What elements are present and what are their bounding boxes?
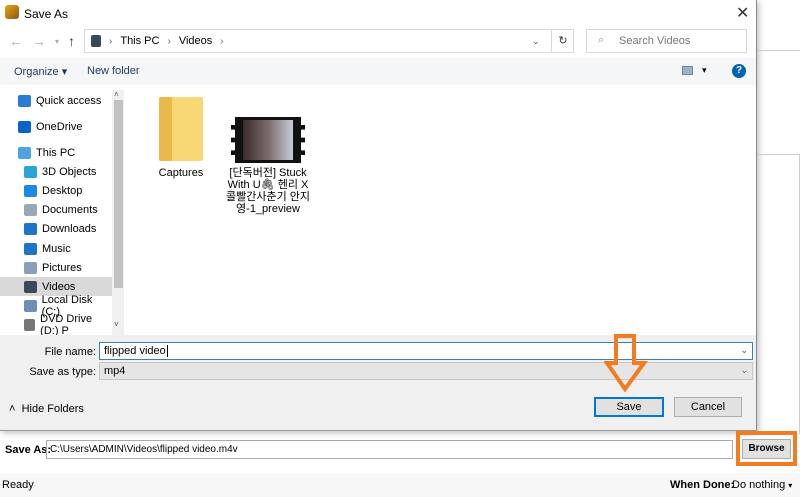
file-name-label: File name: — [44, 346, 96, 358]
view-icon[interactable] — [682, 66, 693, 75]
file-name-input[interactable]: flipped video ⌄ — [99, 342, 753, 360]
download-icon — [24, 222, 37, 235]
desktop-icon — [24, 184, 37, 197]
computer-icon — [18, 146, 31, 159]
sidebar-item-pictures[interactable]: Pictures — [0, 258, 112, 277]
organize-button[interactable]: Organize ▾ — [14, 65, 67, 78]
forward-icon[interactable]: → — [32, 33, 46, 49]
chevron-up-icon: ˄ — [9, 403, 16, 415]
status-text: Ready — [2, 479, 34, 491]
sidebar-item-documents[interactable]: Documents — [0, 200, 112, 219]
sidebar-item-this-pc[interactable]: This PC — [0, 143, 112, 162]
dialog-title: Save As — [24, 7, 69, 21]
scroll-up-icon[interactable]: ˄ — [114, 90, 119, 99]
sidebar-item-desktop[interactable]: Desktop — [0, 181, 112, 200]
breadcrumb-videos[interactable]: Videos — [179, 35, 212, 47]
save-as-label: Save As: — [5, 444, 52, 456]
video-icon — [91, 35, 101, 47]
cancel-button[interactable]: Cancel — [674, 397, 742, 417]
file-item-video[interactable]: [단독버전] Stuck With U🖇 헨리 X 콜빨간사춘기 안지영-1_p… — [226, 117, 310, 215]
save-as-type-label: Save as type: — [29, 366, 96, 378]
save-button[interactable]: Save — [594, 397, 664, 417]
browse-button[interactable]: Browse — [742, 439, 791, 459]
sidebar-item-downloads[interactable]: Downloads — [0, 219, 112, 238]
sidebar-item-dvd-drive-d-p[interactable]: DVD Drive (D:) P — [0, 313, 112, 337]
sidebar-item-quick-access[interactable]: Quick access — [0, 91, 112, 110]
chevron-down-icon: ⌄ — [740, 365, 748, 375]
disk-icon — [24, 299, 37, 312]
when-done-select[interactable]: Do nothing ▾ — [732, 479, 792, 491]
save-as-type-select[interactable]: mp4 ⌄ — [99, 362, 753, 380]
sidebar-item-onedrive[interactable]: OneDrive — [0, 117, 112, 136]
view-dropdown-icon[interactable]: ▾ — [702, 65, 707, 76]
close-icon[interactable]: ✕ — [736, 3, 749, 23]
refresh-icon[interactable]: ↻ — [551, 30, 574, 52]
star-icon — [18, 94, 31, 107]
save-as-path-input[interactable]: C:\Users\ADMIN\Videos\flipped video.m4v — [46, 440, 733, 459]
cube-icon — [24, 165, 37, 178]
address-dropdown-icon[interactable]: ⌄ — [532, 36, 540, 47]
address-bar[interactable]: › This PC › Videos › ⌄ ↻ — [84, 29, 574, 53]
cloud-icon — [18, 120, 31, 133]
when-done-label: When Done: — [670, 479, 735, 491]
scrollbar-thumb[interactable] — [114, 100, 123, 288]
video-thumbnail-icon — [231, 117, 305, 163]
app-icon — [5, 5, 19, 19]
chevron-down-icon: ▾ — [788, 481, 793, 490]
scroll-down-icon[interactable]: ˅ — [114, 320, 119, 329]
video-icon — [24, 280, 37, 293]
recent-chevron-icon[interactable]: ▾ — [55, 37, 59, 46]
sidebar-item-music[interactable]: Music — [0, 239, 112, 258]
music-icon — [24, 242, 37, 255]
new-folder-button[interactable]: New folder — [87, 65, 140, 77]
hide-folders-button[interactable]: ˄ Hide Folders — [9, 403, 84, 415]
background-panel — [758, 154, 800, 434]
help-icon[interactable]: ? — [732, 64, 746, 78]
up-icon[interactable]: ↑ — [68, 33, 75, 49]
search-input[interactable]: ⌕ Search Videos — [586, 29, 747, 53]
pictures-icon — [24, 261, 37, 274]
folder-icon — [159, 97, 203, 161]
arrow-down-icon — [604, 334, 648, 393]
chevron-down-icon: ⌄ — [740, 345, 748, 355]
dvd-icon — [24, 318, 36, 331]
search-icon: ⌕ — [598, 34, 605, 46]
sidebar-item-3d-objects[interactable]: 3D Objects — [0, 162, 112, 181]
file-item-folder[interactable]: Captures — [148, 97, 214, 179]
back-icon[interactable]: ← — [9, 33, 23, 49]
breadcrumb-this-pc[interactable]: This PC — [120, 35, 159, 47]
navigation-pane: Quick access OneDrive This PC 3D Objects Des… — [0, 90, 124, 337]
document-icon — [24, 203, 37, 216]
